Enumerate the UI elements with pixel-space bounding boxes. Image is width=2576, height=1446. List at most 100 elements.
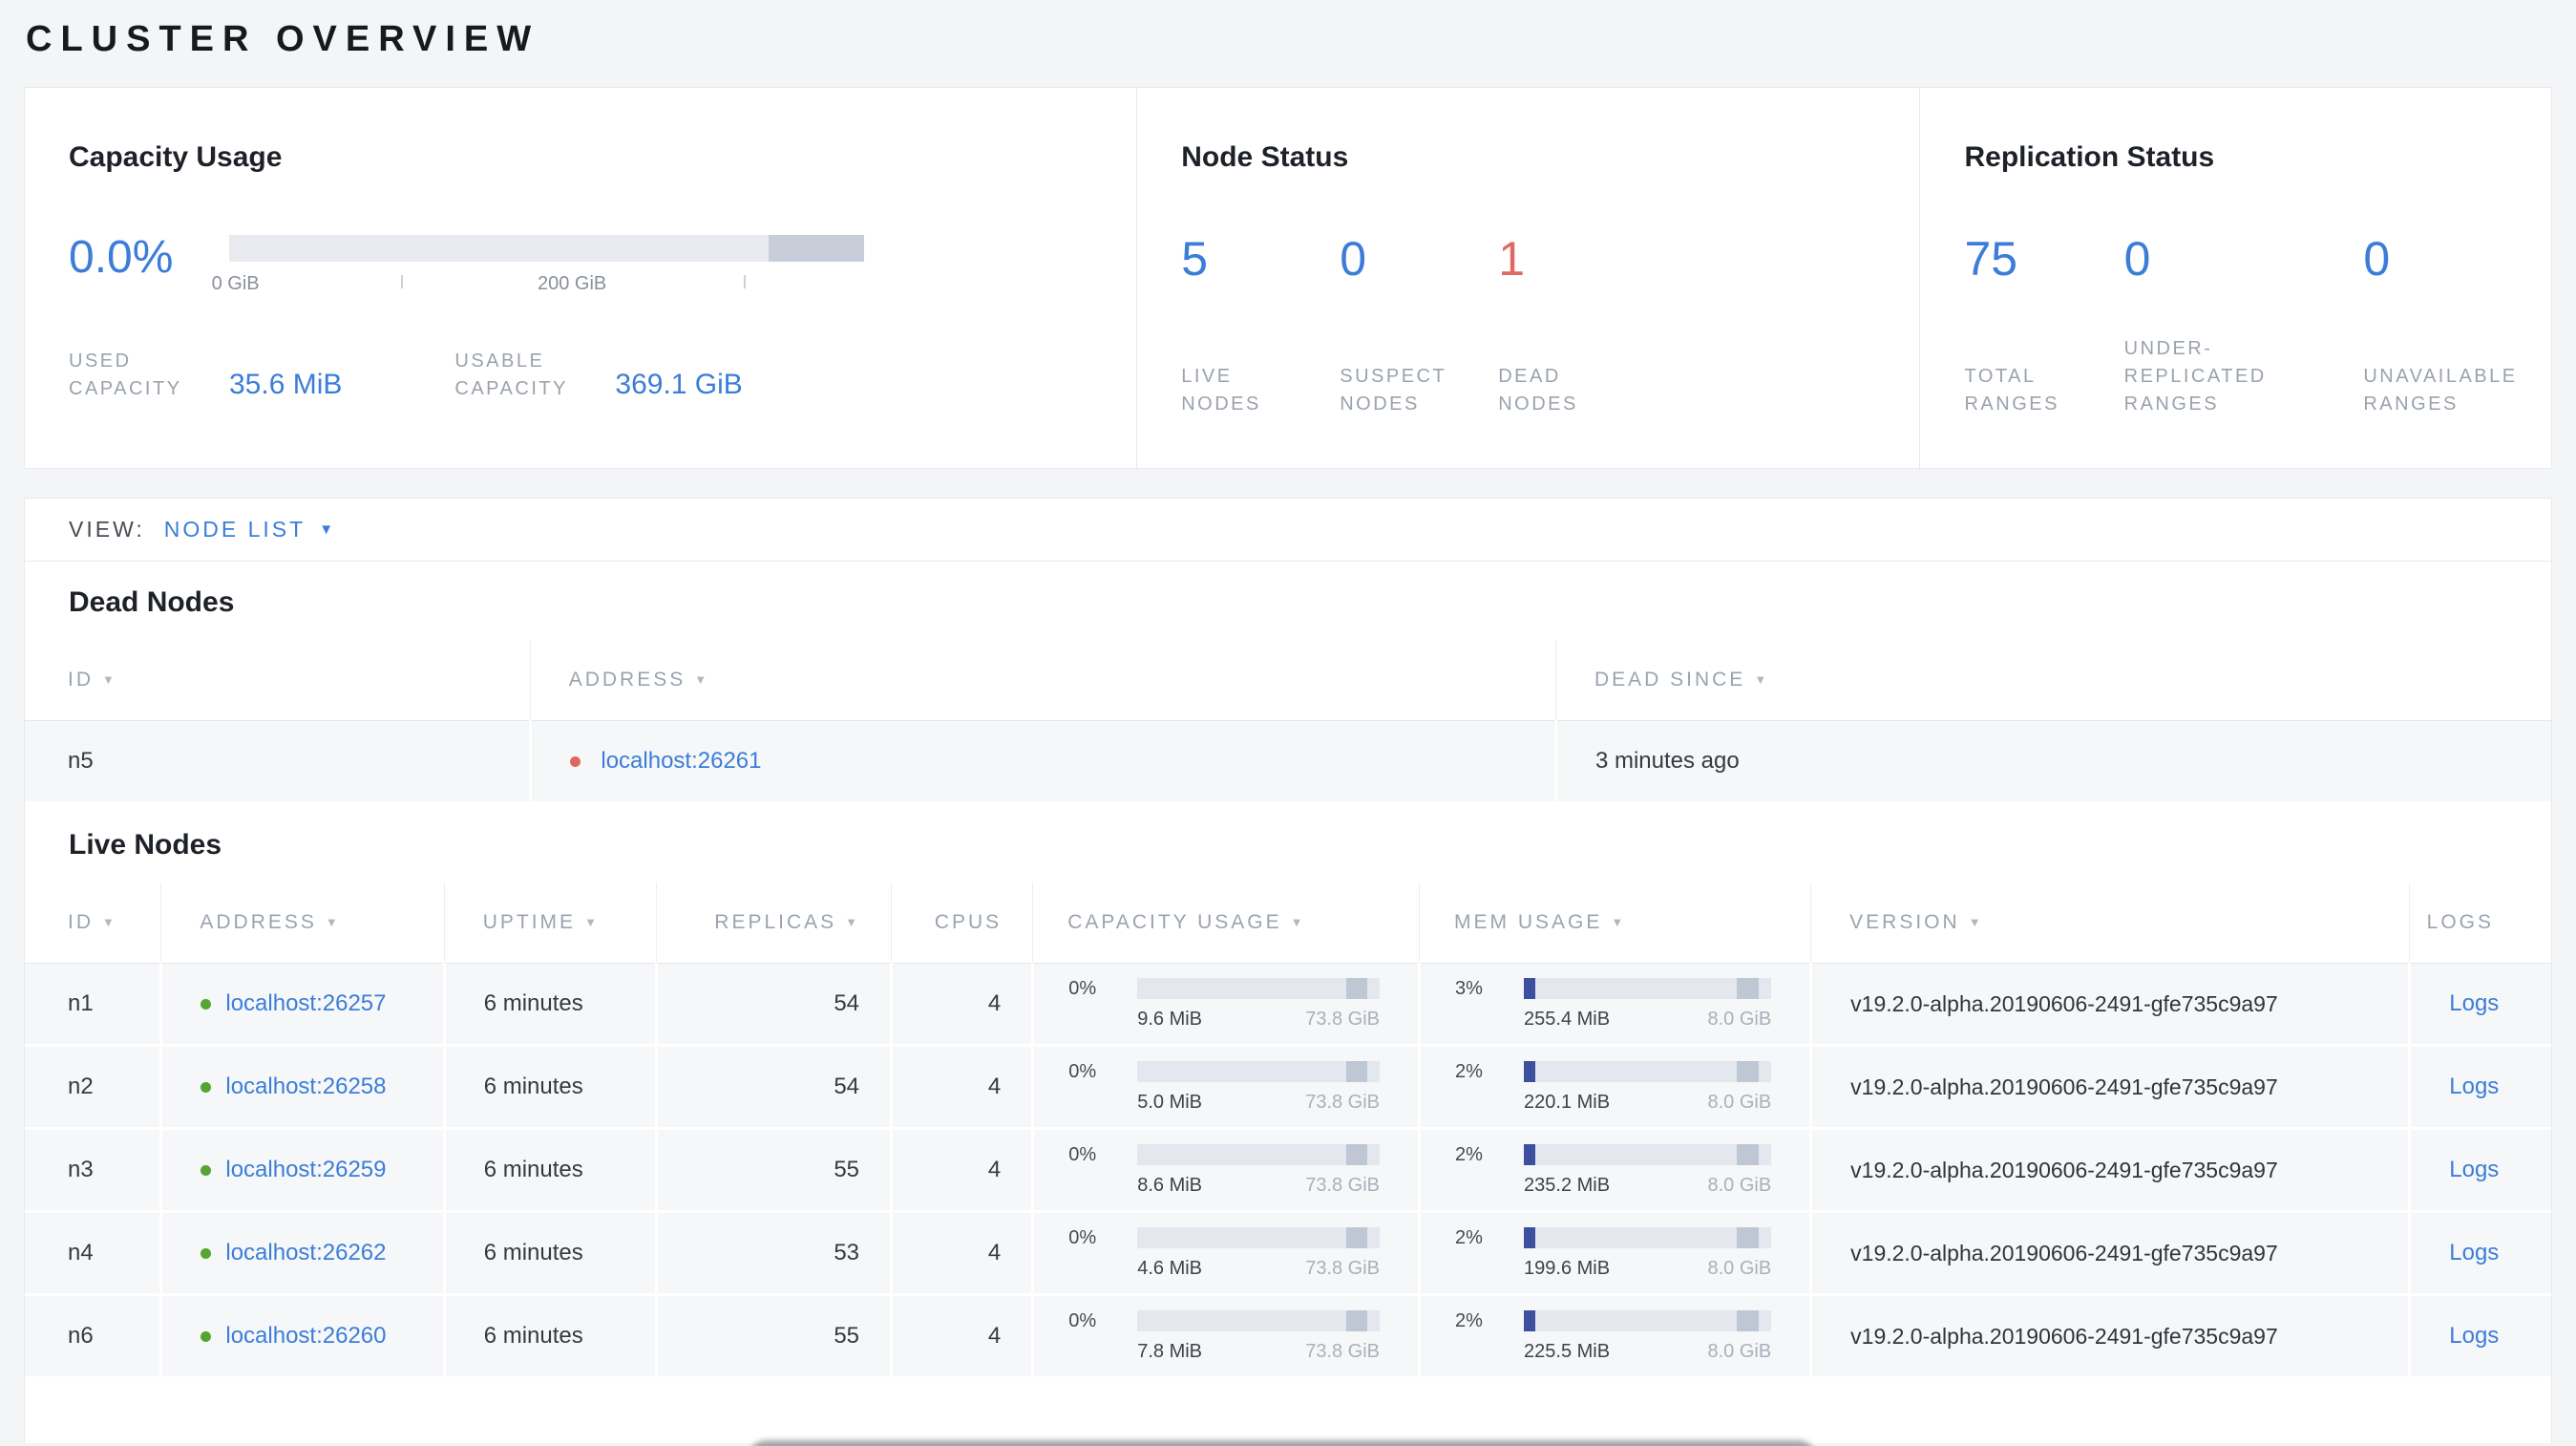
page-title: CLUSTER OVERVIEW [26,19,540,59]
capacity-usage-title: Capacity Usage [69,141,283,173]
live-col-id[interactable]: ID ▼ [25,882,162,964]
node-uptime: 6 minutes [444,1294,658,1379]
capacity-usage-bar [1137,1310,1381,1331]
capacity-bar-chart: 0 GiB 200 GiB [212,235,864,306]
used-capacity-value: 35.6 MiB [229,369,343,400]
node-address-link[interactable]: localhost:26260 [225,1323,386,1349]
replication-status-section: Replication Status 75 TOTAL RANGES 0 UND… [1919,88,2551,468]
live-col-capacity-usage[interactable]: CAPACITY USAGE ▼ [1032,882,1421,964]
total-ranges-metric: 75 TOTAL RANGES [1964,235,2123,418]
node-cpus: 4 [891,1128,1035,1213]
sort-arrow-icon: ▼ [325,915,341,929]
node-capacity-usage: 0% 9.6 MiB 73.8 GiB [1032,963,1422,1047]
mem-usage-bar [1524,1061,1772,1082]
logs-link[interactable]: Logs [2449,990,2499,1016]
node-cpus: 4 [891,963,1035,1047]
node-address-link[interactable]: localhost:26259 [225,1157,386,1182]
view-selected-value: NODE LIST [163,517,306,542]
mem-usage-bar [1524,978,1772,999]
axis-tick [400,275,403,288]
mem-usage-bar [1524,1310,1772,1331]
live-col-logs: LOGS [2409,882,2551,964]
node-address-link[interactable]: localhost:26262 [225,1240,386,1265]
node-cpus: 4 [891,1211,1035,1296]
live-col-address[interactable]: ADDRESS ▼ [160,882,445,964]
dead-col-dead-since[interactable]: DEAD SINCE ▼ [1555,640,2551,721]
node-mem-usage: 2% 220.1 MiB 8.0 GiB [1419,1045,1813,1130]
live-col-uptime[interactable]: UPTIME ▼ [444,882,657,964]
usable-capacity-value: 369.1 GiB [615,369,743,400]
node-logs-cell: Logs [2409,963,2551,1047]
node-mem-usage: 2% 225.5 MiB 8.0 GiB [1419,1294,1813,1379]
node-uptime: 6 minutes [444,1045,658,1130]
node-live-status-icon [201,1082,212,1094]
sort-arrow-icon: ▼ [102,672,117,687]
node-replicas: 55 [656,1294,894,1379]
unavailable-ranges-metric: 0 UNAVAILABLE RANGES [2363,235,2551,418]
node-uptime: 6 minutes [444,963,658,1047]
under-replicated-label: UNDER-REPLICATED RANGES [2123,338,2267,415]
logs-link[interactable]: Logs [2449,1323,2499,1349]
node-replicas: 55 [656,1128,894,1213]
dead-nodes-count: 1 [1498,232,1526,286]
node-replicas: 54 [656,1045,894,1130]
node-address-link[interactable]: localhost:26257 [225,990,386,1016]
sort-arrow-icon: ▼ [1754,672,1770,687]
live-nodes-table: ID ▼ ADDRESS ▼ UPTIME ▼ REPLICAS ▼ CPUS CAPA… [25,882,2551,1379]
node-id: n4 [25,1211,163,1296]
axis-label: 0 GiB [211,273,260,294]
node-uptime: 6 minutes [444,1211,658,1296]
capacity-bar [229,235,864,262]
total-ranges-label: TOTAL RANGES [1964,366,2059,415]
node-address-link[interactable]: localhost:26261 [601,748,761,774]
dead-nodes-label: DEAD NODES [1498,366,1578,415]
view-bar: VIEW: NODE LIST ▼ [25,499,2551,562]
node-version: v19.2.0-alpha.20190606-2491-gfe735c9a97 [1810,1045,2412,1130]
logs-link[interactable]: Logs [2449,1240,2499,1265]
node-live-status-icon [201,1331,212,1343]
node-capacity-usage: 0% 7.8 MiB 73.8 GiB [1032,1294,1422,1379]
suspect-nodes-label: SUSPECT NODES [1340,366,1446,415]
node-mem-usage: 2% 199.6 MiB 8.0 GiB [1419,1211,1813,1296]
live-col-version[interactable]: VERSION ▼ [1810,882,2411,964]
node-capacity-usage: 0% 4.6 MiB 73.8 GiB [1032,1211,1422,1296]
dock-shadow [748,1440,1817,1446]
node-address-cell: localhost:26260 [160,1294,446,1379]
node-address-cell: localhost:26261 [530,720,1557,804]
dead-node-row: n5 localhost:26261 3 minutes ago [25,720,2551,804]
node-live-status-icon [201,999,212,1010]
capacity-usage-section: Capacity Usage 0.0% 0 GiB 200 GiB USED C… [25,88,1136,468]
node-address-link[interactable]: localhost:26258 [225,1074,386,1099]
under-replicated-count: 0 [2123,232,2151,286]
under-replicated-ranges-metric: 0 UNDER-REPLICATED RANGES [2124,235,2364,418]
suspect-nodes-metric: 0 SUSPECT NODES [1340,235,1498,418]
unavailable-ranges-label: UNAVAILABLE RANGES [2363,366,2518,415]
cluster-summary-card: Capacity Usage 0.0% 0 GiB 200 GiB USED C… [24,87,2552,469]
node-version: v19.2.0-alpha.20190606-2491-gfe735c9a97 [1810,963,2412,1047]
node-uptime: 6 minutes [444,1128,658,1213]
live-col-cpus[interactable]: CPUS [891,882,1034,964]
table-row: n4 localhost:26262 6 minutes 53 4 0% 4.6… [25,1211,2551,1296]
dead-nodes-metric: 1 DEAD NODES [1498,235,1657,418]
logs-link[interactable]: Logs [2449,1074,2499,1099]
sort-arrow-icon: ▼ [1968,915,1984,929]
node-version: v19.2.0-alpha.20190606-2491-gfe735c9a97 [1810,1294,2412,1379]
node-address-cell: localhost:26259 [160,1128,446,1213]
capacity-usage-bar [1137,1061,1381,1082]
logs-link[interactable]: Logs [2449,1157,2499,1182]
node-status-title: Node Status [1181,141,1349,173]
total-ranges-count: 75 [1964,232,2018,286]
axis-tick [743,275,746,288]
table-row: n2 localhost:26258 6 minutes 54 4 0% 5.0… [25,1045,2551,1130]
node-dead-status-icon [569,756,581,768]
live-col-mem-usage[interactable]: MEM USAGE ▼ [1419,882,1812,964]
suspect-nodes-count: 0 [1340,232,1367,286]
view-selector-dropdown[interactable]: NODE LIST ▼ [164,517,336,542]
node-logs-cell: Logs [2409,1211,2551,1296]
dead-col-address[interactable]: ADDRESS ▼ [530,640,1556,721]
dead-col-id[interactable]: ID ▼ [25,640,531,721]
node-live-status-icon [201,1248,212,1260]
unavailable-ranges-count: 0 [2363,232,2391,286]
node-replicas: 54 [656,963,894,1047]
live-col-replicas[interactable]: REPLICAS ▼ [656,882,893,964]
